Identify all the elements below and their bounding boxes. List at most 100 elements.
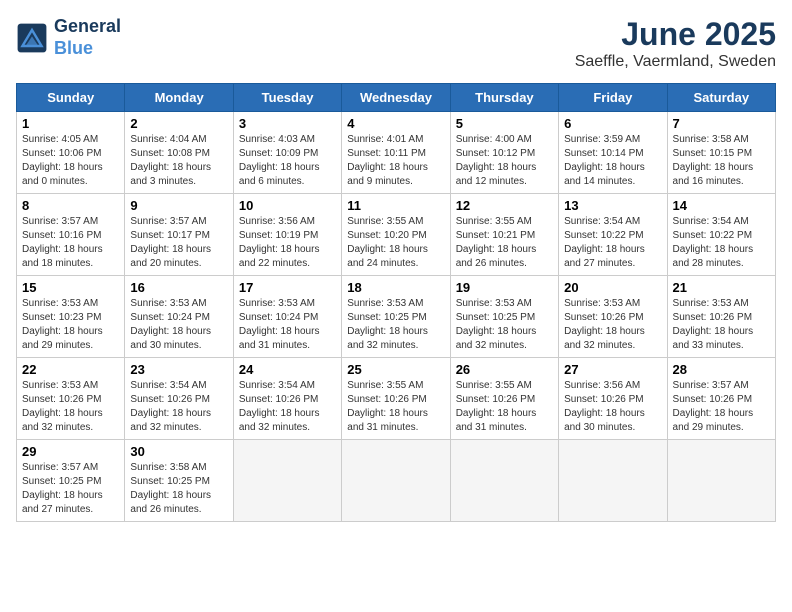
title-area: June 2025 Saeffle, Vaermland, Sweden <box>575 16 776 71</box>
calendar-cell: 10Sunrise: 3:56 AMSunset: 10:19 PMDaylig… <box>233 194 341 276</box>
day-info: Sunrise: 3:53 AMSunset: 10:23 PMDaylight… <box>22 297 119 353</box>
day-number: 26 <box>456 362 553 377</box>
day-number: 13 <box>564 198 661 213</box>
calendar-cell: 5Sunrise: 4:00 AMSunset: 10:12 PMDayligh… <box>450 112 558 194</box>
calendar-cell: 29 Sunrise: 3:57 AMSunset: 10:25 PMDaylig… <box>17 440 125 522</box>
calendar-cell: 30 Sunrise: 3:58 AMSunset: 10:25 PMDaylig… <box>125 440 233 522</box>
day-info: Sunrise: 3:56 AMSunset: 10:19 PMDaylight… <box>239 215 336 271</box>
day-number: 29 <box>22 444 119 459</box>
calendar-cell: 14Sunrise: 3:54 AMSunset: 10:22 PMDaylig… <box>667 194 775 276</box>
day-info: Sunrise: 4:01 AMSunset: 10:11 PMDaylight… <box>347 133 444 189</box>
day-number: 17 <box>239 280 336 295</box>
calendar-cell: 1Sunrise: 4:05 AMSunset: 10:06 PMDayligh… <box>17 112 125 194</box>
logo-icon <box>16 22 48 54</box>
calendar-cell: 12 Sunrise: 3:55 AMSunset: 10:21 PMDaylig… <box>450 194 558 276</box>
day-number: 27 <box>564 362 661 377</box>
day-info: Sunrise: 3:57 AMSunset: 10:25 PMDaylight… <box>22 461 119 517</box>
calendar-cell: 24 Sunrise: 3:54 AMSunset: 10:26 PMDaylig… <box>233 358 341 440</box>
logo-text: General Blue <box>54 16 121 59</box>
calendar-cell: 7 Sunrise: 3:58 AMSunset: 10:15 PMDayligh… <box>667 112 775 194</box>
day-number: 23 <box>130 362 227 377</box>
weekday-header-friday: Friday <box>559 84 667 112</box>
day-number: 14 <box>673 198 770 213</box>
calendar-cell: 28 Sunrise: 3:57 AMSunset: 10:26 PMDaylig… <box>667 358 775 440</box>
calendar-cell <box>559 440 667 522</box>
month-title: June 2025 <box>575 16 776 53</box>
day-number: 25 <box>347 362 444 377</box>
day-number: 21 <box>673 280 770 295</box>
day-info: Sunrise: 3:54 AMSunset: 10:26 PMDaylight… <box>239 379 336 435</box>
day-info: Sunrise: 3:53 AMSunset: 10:26 PMDaylight… <box>564 297 661 353</box>
day-info: Sunrise: 3:59 AMSunset: 10:14 PMDaylight… <box>564 133 661 189</box>
calendar-cell: 8 Sunrise: 3:57 AMSunset: 10:16 PMDayligh… <box>17 194 125 276</box>
calendar-cell: 27 Sunrise: 3:56 AMSunset: 10:26 PMDaylig… <box>559 358 667 440</box>
calendar-table: SundayMondayTuesdayWednesdayThursdayFrid… <box>16 83 776 522</box>
calendar-cell: 18 Sunrise: 3:53 AMSunset: 10:25 PMDaylig… <box>342 276 450 358</box>
calendar-cell: 6 Sunrise: 3:59 AMSunset: 10:14 PMDayligh… <box>559 112 667 194</box>
calendar-cell <box>450 440 558 522</box>
day-number: 6 <box>564 116 661 131</box>
calendar-cell: 11 Sunrise: 3:55 AMSunset: 10:20 PMDaylig… <box>342 194 450 276</box>
day-number: 30 <box>130 444 227 459</box>
day-info: Sunrise: 3:58 AMSunset: 10:15 PMDaylight… <box>673 133 770 189</box>
day-number: 9 <box>130 198 227 213</box>
calendar-cell: 13 Sunrise: 3:54 AMSunset: 10:22 PMDaylig… <box>559 194 667 276</box>
day-info: Sunrise: 3:53 AMSunset: 10:26 PMDaylight… <box>22 379 119 435</box>
calendar-cell: 17 Sunrise: 3:53 AMSunset: 10:24 PMDaylig… <box>233 276 341 358</box>
day-number: 4 <box>347 116 444 131</box>
day-number: 3 <box>239 116 336 131</box>
calendar-cell: 2Sunrise: 4:04 AMSunset: 10:08 PMDayligh… <box>125 112 233 194</box>
day-info: Sunrise: 4:04 AMSunset: 10:08 PMDaylight… <box>130 133 227 189</box>
day-number: 20 <box>564 280 661 295</box>
calendar-cell: 25 Sunrise: 3:55 AMSunset: 10:26 PMDaylig… <box>342 358 450 440</box>
day-number: 12 <box>456 198 553 213</box>
calendar-cell: 21Sunrise: 3:53 AMSunset: 10:26 PMDaylig… <box>667 276 775 358</box>
calendar-cell: 26 Sunrise: 3:55 AMSunset: 10:26 PMDaylig… <box>450 358 558 440</box>
day-info: Sunrise: 3:55 AMSunset: 10:26 PMDaylight… <box>456 379 553 435</box>
calendar-cell: 3 Sunrise: 4:03 AMSunset: 10:09 PMDayligh… <box>233 112 341 194</box>
day-info: Sunrise: 3:55 AMSunset: 10:26 PMDaylight… <box>347 379 444 435</box>
day-info: Sunrise: 3:57 AMSunset: 10:17 PMDaylight… <box>130 215 227 271</box>
day-number: 11 <box>347 198 444 213</box>
day-number: 16 <box>130 280 227 295</box>
weekday-header-tuesday: Tuesday <box>233 84 341 112</box>
day-number: 5 <box>456 116 553 131</box>
day-number: 22 <box>22 362 119 377</box>
day-number: 24 <box>239 362 336 377</box>
calendar-cell <box>667 440 775 522</box>
day-info: Sunrise: 3:53 AMSunset: 10:25 PMDaylight… <box>347 297 444 353</box>
calendar-cell: 16 Sunrise: 3:53 AMSunset: 10:24 PMDaylig… <box>125 276 233 358</box>
day-number: 18 <box>347 280 444 295</box>
day-info: Sunrise: 3:57 AMSunset: 10:16 PMDaylight… <box>22 215 119 271</box>
day-info: Sunrise: 3:55 AMSunset: 10:20 PMDaylight… <box>347 215 444 271</box>
calendar-cell: 22 Sunrise: 3:53 AMSunset: 10:26 PMDaylig… <box>17 358 125 440</box>
day-info: Sunrise: 3:53 AMSunset: 10:25 PMDaylight… <box>456 297 553 353</box>
day-info: Sunrise: 3:54 AMSunset: 10:22 PMDaylight… <box>564 215 661 271</box>
calendar-cell: 15 Sunrise: 3:53 AMSunset: 10:23 PMDaylig… <box>17 276 125 358</box>
calendar-header-row: SundayMondayTuesdayWednesdayThursdayFrid… <box>17 84 776 112</box>
day-number: 15 <box>22 280 119 295</box>
page-header: General Blue June 2025 Saeffle, Vaermlan… <box>16 16 776 71</box>
day-number: 7 <box>673 116 770 131</box>
day-info: Sunrise: 3:55 AMSunset: 10:21 PMDaylight… <box>456 215 553 271</box>
calendar-cell: 9 Sunrise: 3:57 AMSunset: 10:17 PMDayligh… <box>125 194 233 276</box>
day-number: 28 <box>673 362 770 377</box>
day-number: 19 <box>456 280 553 295</box>
calendar-cell: 23 Sunrise: 3:54 AMSunset: 10:26 PMDaylig… <box>125 358 233 440</box>
weekday-header-sunday: Sunday <box>17 84 125 112</box>
day-info: Sunrise: 3:53 AMSunset: 10:24 PMDaylight… <box>239 297 336 353</box>
weekday-header-wednesday: Wednesday <box>342 84 450 112</box>
day-number: 8 <box>22 198 119 213</box>
calendar-cell <box>342 440 450 522</box>
day-number: 1 <box>22 116 119 131</box>
day-info: Sunrise: 4:03 AMSunset: 10:09 PMDaylight… <box>239 133 336 189</box>
location-title: Saeffle, Vaermland, Sweden <box>575 53 776 71</box>
day-info: Sunrise: 3:54 AMSunset: 10:26 PMDaylight… <box>130 379 227 435</box>
weekday-header-monday: Monday <box>125 84 233 112</box>
day-info: Sunrise: 3:56 AMSunset: 10:26 PMDaylight… <box>564 379 661 435</box>
day-info: Sunrise: 3:58 AMSunset: 10:25 PMDaylight… <box>130 461 227 517</box>
calendar-cell: 20 Sunrise: 3:53 AMSunset: 10:26 PMDaylig… <box>559 276 667 358</box>
logo: General Blue <box>16 16 121 59</box>
day-info: Sunrise: 3:53 AMSunset: 10:24 PMDaylight… <box>130 297 227 353</box>
day-info: Sunrise: 3:57 AMSunset: 10:26 PMDaylight… <box>673 379 770 435</box>
